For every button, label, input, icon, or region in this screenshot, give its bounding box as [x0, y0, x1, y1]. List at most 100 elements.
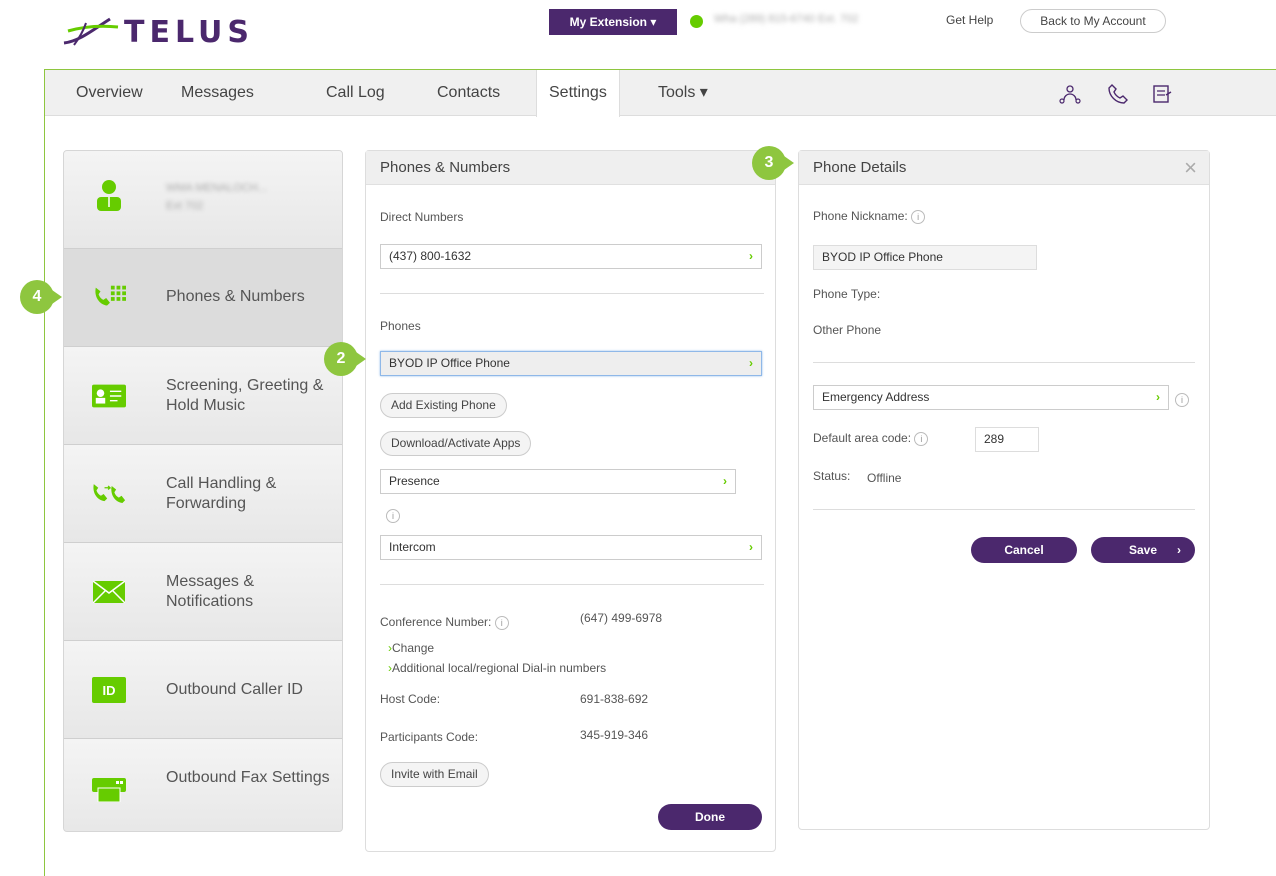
tab-tools[interactable]: Tools ▾ — [658, 70, 708, 116]
phone-details-title: Phone Details — [799, 151, 1209, 185]
emergency-address-row[interactable]: Emergency Address › — [813, 385, 1169, 410]
done-button[interactable]: Done — [658, 804, 762, 830]
presence-icon[interactable] — [1058, 82, 1082, 106]
user-icon — [92, 180, 126, 211]
phone-icon[interactable] — [1106, 82, 1130, 106]
info-icon[interactable]: i — [914, 431, 929, 446]
phone-type-label: Phone Type: — [813, 287, 881, 301]
logo-text: TELUS — [124, 14, 254, 50]
participants-code: 345-919-346 — [580, 728, 649, 742]
tab-settings[interactable]: Settings — [536, 70, 620, 117]
phone-row-selected[interactable]: BYOD IP Office Phone › — [380, 351, 762, 376]
add-existing-phone-button[interactable]: Add Existing Phone — [380, 393, 507, 418]
chevron-right-icon: › — [1156, 390, 1160, 404]
telus-logo-icon — [63, 17, 119, 46]
chevron-right-icon: › — [723, 474, 727, 488]
telus-logo[interactable]: TELUS — [60, 12, 254, 52]
direct-numbers-label: Direct Numbers — [380, 210, 464, 224]
tab-messages[interactable]: Messages — [181, 70, 254, 116]
presence-label: Presence — [389, 474, 440, 488]
user-name: WMA MENALOCH... — [166, 182, 267, 194]
phone-keypad-icon — [92, 283, 126, 313]
compose-icon[interactable] — [1150, 82, 1174, 106]
menu-outbound-caller-id[interactable]: ID Outbound Caller ID — [64, 641, 342, 739]
nickname-field[interactable]: BYOD IP Office Phone — [813, 245, 1037, 270]
phone-details-panel: Phone Details × Phone Nickname: i BYOD I… — [798, 150, 1210, 830]
panel-title: Phones & Numbers — [366, 151, 775, 185]
cancel-button[interactable]: Cancel — [971, 537, 1077, 563]
direct-number-row[interactable]: (437) 800-1632 › — [380, 244, 762, 269]
caller-id-icon: ID — [92, 675, 126, 705]
menu-outbound-fax[interactable]: Outbound Fax Settings — [64, 739, 342, 831]
info-icon[interactable]: i — [494, 615, 509, 630]
tab-contacts[interactable]: Contacts — [437, 70, 500, 116]
user-ext: Ext 702 — [166, 200, 204, 212]
host-code: 691-838-692 — [580, 692, 649, 706]
call-forwarding-icon — [92, 479, 126, 509]
conference-label-text: Conference Number: — [380, 615, 492, 629]
phones-numbers-panel: Phones & Numbers Direct Numbers (437) 80… — [365, 150, 776, 852]
conference-number: (647) 499-6978 — [580, 611, 663, 625]
back-to-account-button[interactable]: Back to My Account — [1020, 9, 1166, 33]
additional-dial-in-text: Additional local/regional Dial-in number… — [392, 661, 607, 675]
area-code-label: Default area code: i — [813, 431, 929, 446]
divider — [380, 584, 764, 585]
area-code-label-text: Default area code: — [813, 431, 912, 445]
online-status-icon — [690, 15, 703, 28]
callout-badge-3: 3 — [752, 146, 794, 180]
host-code-label: Host Code: — [380, 692, 441, 706]
additional-dial-in-link[interactable]: ›Additional local/regional Dial-in numbe… — [388, 661, 606, 675]
tab-overview[interactable]: Overview — [76, 70, 143, 116]
info-icon[interactable]: i — [911, 209, 926, 224]
divider — [813, 362, 1195, 363]
chevron-right-icon: › — [1177, 543, 1181, 557]
chevron-right-icon: › — [749, 540, 753, 554]
user-profile[interactable]: WMA MENALOCH... Ext 702 — [64, 151, 342, 249]
greeting-card-icon — [92, 381, 126, 411]
chevron-right-icon: › — [749, 356, 753, 370]
get-help-link[interactable]: Get Help — [946, 13, 993, 27]
invite-email-button[interactable]: Invite with Email — [380, 762, 489, 787]
menu-screening-greeting[interactable]: Screening, Greeting & Hold Music — [64, 347, 342, 445]
chevron-right-icon: › — [749, 249, 753, 263]
info-icon[interactable]: i — [386, 507, 400, 525]
user-name-blurred: WMA MENALOCH... Ext 702 — [166, 179, 267, 215]
menu-outbound-fax-label: Outbound Fax Settings — [166, 769, 330, 786]
info-icon[interactable]: i — [1175, 391, 1189, 409]
menu-messages-notifications-label: Messages & Notifications — [166, 573, 255, 610]
phone-type-value: Other Phone — [813, 323, 882, 337]
tab-call-log[interactable]: Call Log — [326, 70, 385, 116]
nickname-label: Phone Nickname: i — [813, 209, 926, 224]
participants-code-label: Participants Code: — [380, 730, 479, 744]
save-button[interactable]: Save › — [1091, 537, 1195, 563]
menu-screening-greeting-label: Screening, Greeting & Hold Music — [166, 377, 324, 414]
settings-menu: WMA MENALOCH... Ext 702 Phones & Numbers … — [63, 150, 343, 832]
divider — [380, 293, 764, 294]
envelope-icon — [92, 577, 126, 607]
caller-id-icon-text: ID — [92, 677, 126, 703]
change-link-text: Change — [392, 641, 435, 655]
close-icon[interactable]: × — [1184, 155, 1197, 181]
save-label: Save — [1128, 543, 1158, 557]
extension-label: My Extension ▾ — [569, 15, 657, 29]
my-extension-dropdown[interactable]: My Extension ▾ — [549, 9, 677, 35]
divider — [813, 509, 1195, 510]
download-apps-button[interactable]: Download/Activate Apps — [380, 431, 532, 456]
intercom-row[interactable]: Intercom › — [380, 535, 762, 560]
menu-call-handling[interactable]: Call Handling & Forwarding — [64, 445, 342, 543]
nickname-label-text: Phone Nickname: — [813, 209, 908, 223]
menu-phones-numbers[interactable]: Phones & Numbers — [64, 249, 342, 347]
status-value: Offline — [867, 471, 902, 485]
phones-label: Phones — [380, 319, 421, 333]
callout-badge-2: 2 — [324, 342, 366, 376]
presence-row[interactable]: Presence › — [380, 469, 736, 494]
change-link[interactable]: ›Change — [388, 641, 434, 655]
area-code-input[interactable]: 289 — [975, 427, 1039, 452]
user-info-blurred: Wha (289) 815-6740 Ext. 702 — [714, 13, 859, 25]
conference-number-label: Conference Number: i — [380, 615, 509, 630]
menu-phones-numbers-label: Phones & Numbers — [166, 288, 305, 305]
emergency-address-label: Emergency Address — [822, 390, 930, 404]
main-nav: Overview Messages Call Log Contacts Sett… — [45, 70, 1276, 117]
callout-badge-4: 4 — [20, 280, 62, 314]
menu-messages-notifications[interactable]: Messages & Notifications — [64, 543, 342, 641]
